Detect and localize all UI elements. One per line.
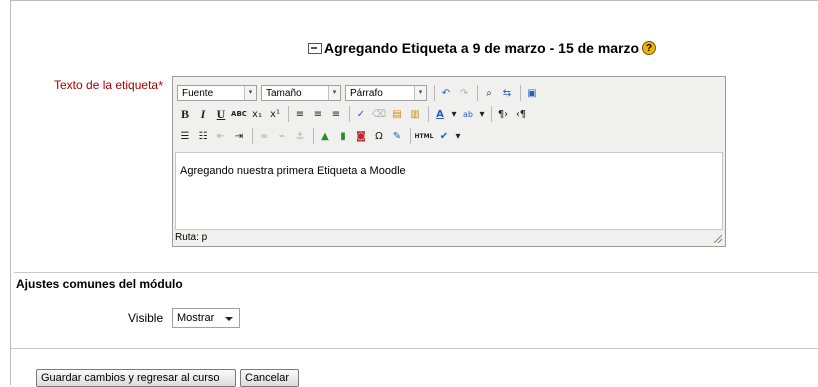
chevron-down-icon[interactable]: ▾ bbox=[454, 128, 462, 144]
subscript-icon[interactable]: x₁ bbox=[249, 106, 265, 122]
align-left-icon[interactable]: ≡ bbox=[292, 106, 308, 122]
visible-select[interactable]: Mostrar bbox=[172, 308, 240, 328]
page-title: Agregando Etiqueta a 9 de marzo - 15 de … bbox=[308, 38, 657, 58]
toolbar-separator bbox=[477, 85, 478, 101]
unlink-icon[interactable]: ⌁ bbox=[274, 128, 290, 144]
bold-icon[interactable]: B bbox=[177, 106, 193, 122]
save-and-return-button[interactable]: Guardar cambios y regresar al curso bbox=[36, 369, 236, 387]
chevron-down-icon: ▾ bbox=[244, 86, 256, 100]
editor-path-status: Ruta: p bbox=[175, 232, 208, 243]
format-select-value: Párrafo bbox=[350, 87, 383, 99]
ordered-list-icon[interactable]: ☷ bbox=[195, 128, 211, 144]
spellcheck-icon[interactable]: ✔ bbox=[436, 128, 452, 144]
undo-icon[interactable]: ↶ bbox=[438, 85, 454, 101]
toolbar-row-1: Fuente ▾ Tamaño ▾ Párrafo ▾ ↶ ↷ ⌕ ⇆ ▣ bbox=[177, 83, 542, 103]
align-right-icon[interactable]: ≡ bbox=[328, 106, 344, 122]
indent-icon[interactable]: ⇥ bbox=[231, 128, 247, 144]
toolbar-separator bbox=[491, 106, 492, 122]
replace-icon[interactable]: ⇆ bbox=[499, 85, 515, 101]
font-size-select[interactable]: Tamaño ▾ bbox=[261, 85, 341, 101]
format-select[interactable]: Párrafo ▾ bbox=[345, 85, 427, 101]
font-size-select-value: Tamaño bbox=[266, 87, 302, 99]
toolbar-separator bbox=[313, 128, 314, 144]
align-center-icon[interactable]: ≡ bbox=[310, 106, 326, 122]
label-text-field-label: Texto de la etiqueta* bbox=[54, 78, 163, 93]
paste-word-icon[interactable]: ▥ bbox=[407, 106, 423, 122]
editor-content-text: Agregando nuestra primera Etiqueta a Moo… bbox=[180, 165, 406, 177]
editor-content-area[interactable]: Agregando nuestra primera Etiqueta a Moo… bbox=[175, 152, 723, 230]
toolbar-separator bbox=[428, 106, 429, 122]
toolbar-row-3: ☰ ☷ ⇤ ⇥ ∞ ⌁ ⚓ ▲ ▮ ◙ Ω ✎ HTML ✔ ▾ bbox=[177, 126, 464, 146]
moodle-media-icon[interactable]: ◙ bbox=[353, 128, 369, 144]
label-text-field-label-text: Texto de la etiqueta bbox=[54, 78, 159, 92]
chevron-down-icon[interactable]: ▾ bbox=[478, 106, 486, 122]
toolbar-separator bbox=[288, 106, 289, 122]
font-family-select-value: Fuente bbox=[182, 87, 214, 99]
italic-icon[interactable]: I bbox=[195, 106, 211, 122]
visible-label: Visible bbox=[128, 311, 164, 325]
link-icon[interactable]: ∞ bbox=[256, 128, 272, 144]
chevron-down-icon: ▾ bbox=[328, 86, 340, 100]
module-settings-title: Ajustes comunes del módulo bbox=[16, 277, 183, 291]
section-divider bbox=[10, 348, 818, 349]
ltr-icon[interactable]: ¶› bbox=[495, 106, 511, 122]
toolbar-separator bbox=[520, 85, 521, 101]
clean-up-icon[interactable]: ✓ bbox=[353, 106, 369, 122]
required-mark: * bbox=[158, 78, 164, 93]
anchor-icon[interactable]: ⚓ bbox=[292, 128, 308, 144]
unordered-list-icon[interactable]: ☰ bbox=[177, 128, 193, 144]
underline-icon[interactable]: U bbox=[213, 106, 229, 122]
toolbar-separator bbox=[252, 128, 253, 144]
toolbar-row-2: B I U ABC x₁ x¹ ≡ ≡ ≡ ✓ ⌫ ▤ ▥ A ▾ ab ▾ ¶… bbox=[177, 104, 531, 124]
media-icon[interactable]: ▮ bbox=[335, 128, 351, 144]
fullscreen-icon[interactable]: ▣ bbox=[524, 85, 540, 101]
toolbar-separator bbox=[349, 106, 350, 122]
superscript-icon[interactable]: x¹ bbox=[267, 106, 283, 122]
find-icon[interactable]: ⌕ bbox=[481, 85, 497, 101]
image-icon[interactable]: ▲ bbox=[317, 128, 333, 144]
strikethrough-icon[interactable]: ABC bbox=[231, 106, 247, 122]
chevron-down-icon[interactable]: ▾ bbox=[450, 106, 458, 122]
label-module-icon bbox=[308, 42, 322, 54]
page-title-text: Agregando Etiqueta a 9 de marzo - 15 de … bbox=[324, 40, 640, 56]
outdent-icon[interactable]: ⇤ bbox=[213, 128, 229, 144]
resize-handle[interactable] bbox=[714, 235, 722, 243]
special-char-icon[interactable]: Ω bbox=[371, 128, 387, 144]
toolbar-separator bbox=[410, 128, 411, 144]
text-color-icon[interactable]: A bbox=[432, 106, 448, 122]
chevron-down-icon: ▾ bbox=[414, 86, 426, 100]
redo-icon[interactable]: ↷ bbox=[456, 85, 472, 101]
html-icon[interactable]: HTML bbox=[414, 128, 434, 144]
paste-text-icon[interactable]: ▤ bbox=[389, 106, 405, 122]
edit-icon[interactable]: ✎ bbox=[389, 128, 405, 144]
chevron-down-icon bbox=[225, 317, 233, 321]
rich-text-editor: Fuente ▾ Tamaño ▾ Párrafo ▾ ↶ ↷ ⌕ ⇆ ▣ B … bbox=[172, 76, 726, 247]
visible-select-value: Mostrar bbox=[177, 312, 215, 324]
cancel-button[interactable]: Cancelar bbox=[240, 369, 299, 387]
rtl-icon[interactable]: ‹¶ bbox=[513, 106, 529, 122]
eraser-icon[interactable]: ⌫ bbox=[371, 106, 387, 122]
section-divider bbox=[14, 272, 818, 273]
highlight-color-icon[interactable]: ab bbox=[460, 106, 476, 122]
font-family-select[interactable]: Fuente ▾ bbox=[177, 85, 257, 101]
help-icon[interactable]: ? bbox=[642, 41, 657, 55]
toolbar-separator bbox=[434, 85, 435, 101]
